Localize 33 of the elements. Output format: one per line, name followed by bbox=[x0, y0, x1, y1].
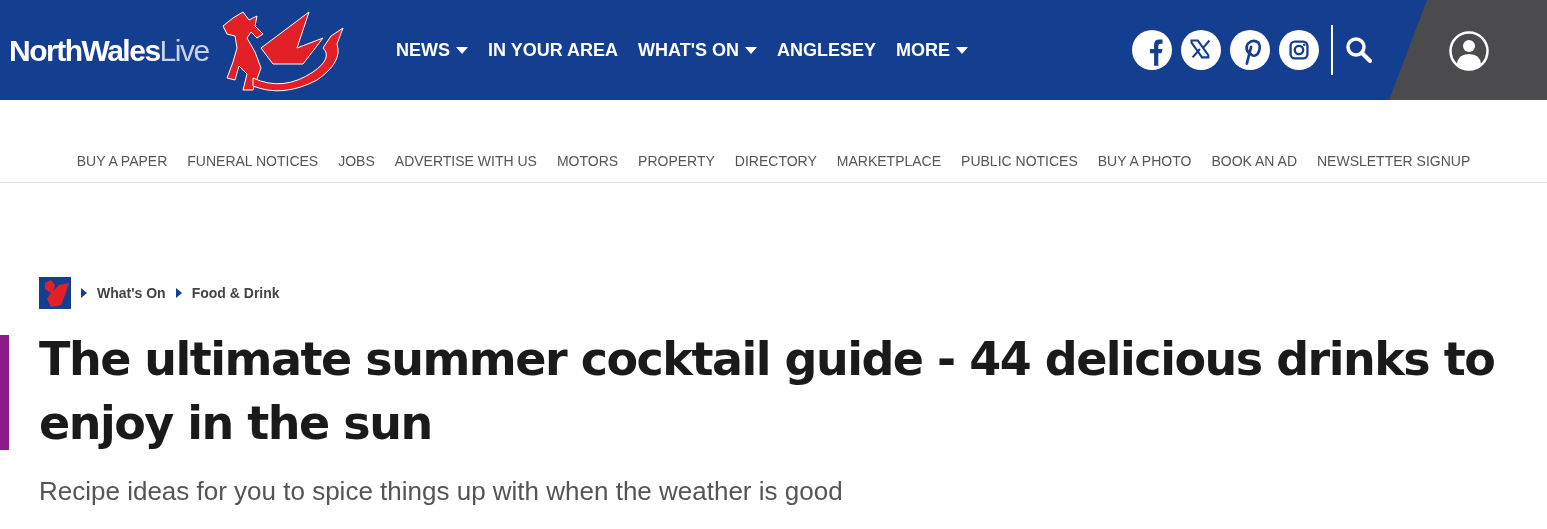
sub-nav-link[interactable]: BOOK AN AD bbox=[1211, 150, 1297, 172]
chevron-icon bbox=[175, 288, 182, 298]
nav-link[interactable]: MORE bbox=[896, 36, 968, 64]
caret-icon bbox=[456, 46, 468, 54]
sub-nav-link[interactable]: BUY A PHOTO bbox=[1097, 150, 1192, 172]
sub-nav-link[interactable]: FUNERAL NOTICES bbox=[187, 150, 319, 172]
nav-link[interactable]: ANGLESEY bbox=[776, 36, 876, 64]
instagram-icon[interactable] bbox=[1279, 30, 1319, 70]
sub-nav-link[interactable]: MOTORS bbox=[556, 150, 619, 172]
breadcrumb-link[interactable]: What's On bbox=[97, 282, 166, 304]
search-icon[interactable] bbox=[1345, 36, 1373, 64]
nav-link[interactable]: NEWS bbox=[396, 36, 468, 64]
site-logo-text[interactable]: NorthWalesLive bbox=[9, 27, 209, 73]
sub-nav-link[interactable]: PUBLIC NOTICES bbox=[961, 150, 1078, 172]
sub-nav-link[interactable]: PROPERTY bbox=[638, 150, 715, 172]
sub-nav-link[interactable]: DIRECTORY bbox=[734, 150, 817, 172]
article-headline: The ultimate summer cocktail guide - 44 delicious drinks to enjoy in the sun bbox=[39, 331, 1496, 452]
facebook-icon[interactable] bbox=[1132, 30, 1172, 70]
sub-nav-link[interactable]: ADVERTISE WITH US bbox=[394, 150, 537, 172]
nav-link[interactable]: IN YOUR AREA bbox=[488, 36, 619, 64]
x-icon[interactable] bbox=[1181, 30, 1221, 70]
pinterest-icon[interactable] bbox=[1230, 30, 1270, 70]
caret-icon bbox=[956, 46, 968, 54]
article-standfirst: Recipe ideas for you to spice things up with when the weather is good bbox=[39, 475, 844, 507]
sub-nav-link[interactable]: NEWSLETTER SIGNUP bbox=[1317, 150, 1471, 172]
sub-nav-link[interactable]: BUY A PAPER bbox=[76, 150, 168, 172]
chevron-icon bbox=[81, 288, 87, 298]
account-icon[interactable] bbox=[1449, 31, 1489, 71]
breadcrumb-link[interactable]: Food & Drink bbox=[191, 282, 280, 304]
caret-icon bbox=[744, 46, 757, 54]
nav-link[interactable]: WHAT'S ON bbox=[638, 36, 757, 64]
sub-nav-link[interactable]: MARKETPLACE bbox=[836, 150, 942, 172]
sub-nav-link[interactable]: JOBS bbox=[338, 150, 375, 172]
